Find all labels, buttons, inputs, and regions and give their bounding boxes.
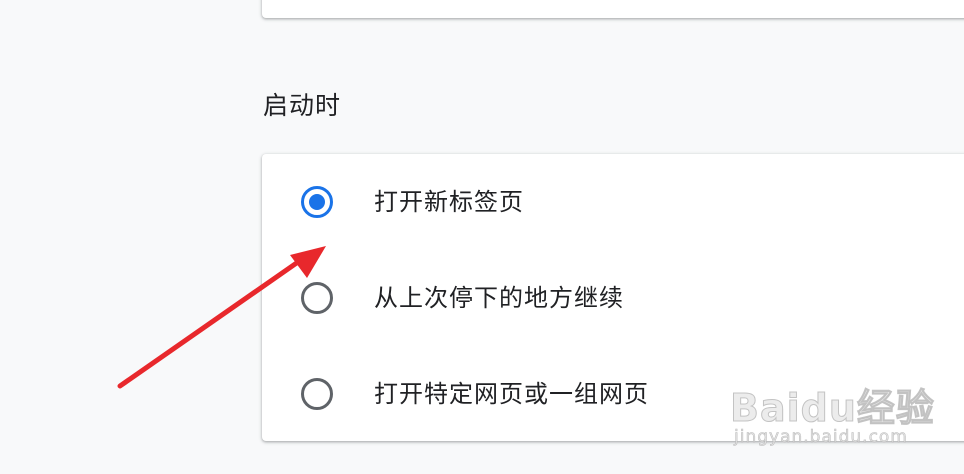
radio-button-checked[interactable] bbox=[301, 186, 333, 218]
settings-page: 启动时 打开新标签页 从上次停下的地方继续 打开特定网页或一组网页 Baidu经… bbox=[0, 0, 964, 474]
radio-button[interactable] bbox=[301, 282, 333, 314]
on-startup-card: 打开新标签页 从上次停下的地方继续 打开特定网页或一组网页 bbox=[262, 154, 964, 441]
option-continue-where-left-off[interactable]: 从上次停下的地方继续 bbox=[262, 250, 964, 346]
option-label: 打开特定网页或一组网页 bbox=[374, 380, 649, 408]
option-label: 打开新标签页 bbox=[374, 188, 524, 216]
option-open-specific-pages[interactable]: 打开特定网页或一组网页 bbox=[262, 346, 964, 442]
option-label: 从上次停下的地方继续 bbox=[374, 284, 624, 312]
option-open-new-tab[interactable]: 打开新标签页 bbox=[262, 154, 964, 250]
section-title-on-startup: 启动时 bbox=[263, 91, 342, 120]
radio-button[interactable] bbox=[301, 378, 333, 410]
previous-section-card bbox=[262, 0, 964, 18]
